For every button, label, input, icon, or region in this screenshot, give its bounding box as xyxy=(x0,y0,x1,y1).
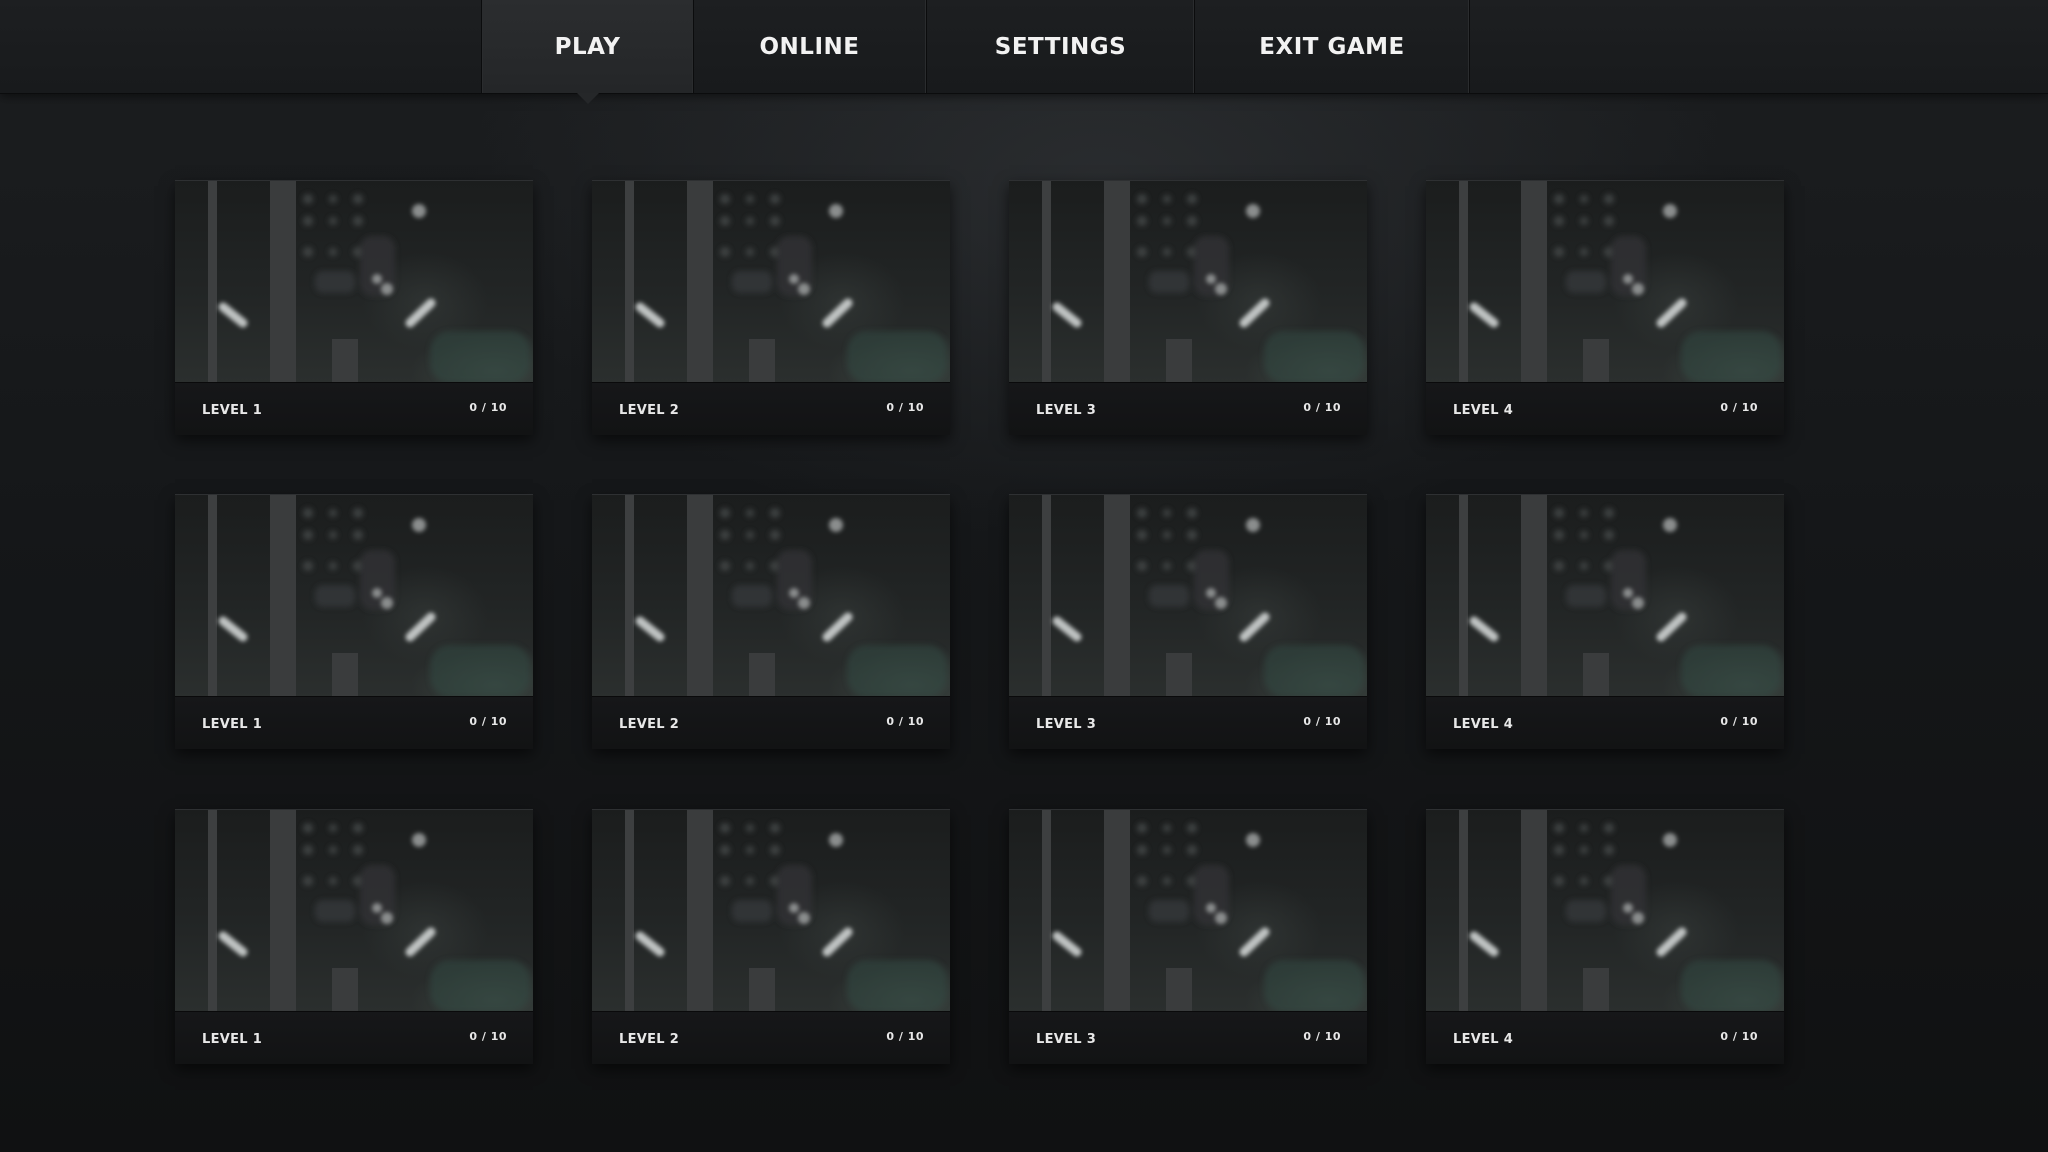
tab-exit-game[interactable]: EXIT GAME xyxy=(1195,0,1470,93)
level-card-r1-c1[interactable]: LEVEL 1 0 / 10 xyxy=(175,180,533,435)
level-card-footer: LEVEL 2 0 / 10 xyxy=(592,1011,950,1064)
level-card-footer: LEVEL 3 0 / 10 xyxy=(1009,382,1367,435)
level-card-r1-c2[interactable]: LEVEL 2 0 / 10 xyxy=(592,180,950,435)
active-tab-pointer-icon xyxy=(576,93,599,104)
level-card-r3-c4[interactable]: LEVEL 4 0 / 10 xyxy=(1426,809,1784,1064)
level-preview-image xyxy=(208,810,530,1012)
level-name: LEVEL 3 xyxy=(1036,717,1097,732)
level-name: LEVEL 2 xyxy=(619,1032,680,1047)
level-score: 0 / 10 xyxy=(1720,1030,1758,1043)
level-score: 0 / 10 xyxy=(469,401,507,414)
level-card-footer: LEVEL 4 0 / 10 xyxy=(1426,1011,1784,1064)
level-thumbnail xyxy=(175,180,533,383)
level-preview-image xyxy=(1459,810,1781,1012)
tab-play[interactable]: PLAY xyxy=(481,0,694,104)
level-preview-image xyxy=(1042,181,1364,383)
level-preview-image xyxy=(625,810,947,1012)
level-score: 0 / 10 xyxy=(886,1030,924,1043)
level-preview-image xyxy=(208,495,530,697)
level-preview-image xyxy=(1459,181,1781,383)
level-score: 0 / 10 xyxy=(1720,715,1758,728)
level-thumbnail xyxy=(1009,809,1367,1012)
level-card-footer: LEVEL 2 0 / 10 xyxy=(592,696,950,749)
level-card-r2-c1[interactable]: LEVEL 1 0 / 10 xyxy=(175,494,533,749)
level-score: 0 / 10 xyxy=(1303,401,1341,414)
level-card-r3-c1[interactable]: LEVEL 1 0 / 10 xyxy=(175,809,533,1064)
level-card-r3-c2[interactable]: LEVEL 2 0 / 10 xyxy=(592,809,950,1064)
level-card-r1-c3[interactable]: LEVEL 3 0 / 10 xyxy=(1009,180,1367,435)
level-card-footer: LEVEL 1 0 / 10 xyxy=(175,696,533,749)
level-name: LEVEL 1 xyxy=(202,717,263,732)
level-card-footer: LEVEL 2 0 / 10 xyxy=(592,382,950,435)
level-preview-image xyxy=(1459,495,1781,697)
tab-exit-game-label: EXIT GAME xyxy=(1259,33,1405,60)
level-thumbnail xyxy=(1009,180,1367,383)
level-card-r2-c3[interactable]: LEVEL 3 0 / 10 xyxy=(1009,494,1367,749)
level-preview-image xyxy=(625,495,947,697)
level-score: 0 / 10 xyxy=(469,1030,507,1043)
game-menu-screen: PLAY ONLINE SETTINGS EXIT GAME LEVEL 1 0… xyxy=(0,0,2048,1152)
level-card-footer: LEVEL 3 0 / 10 xyxy=(1009,696,1367,749)
level-score: 0 / 10 xyxy=(1303,1030,1341,1043)
level-card-footer: LEVEL 4 0 / 10 xyxy=(1426,696,1784,749)
level-card-footer: LEVEL 4 0 / 10 xyxy=(1426,382,1784,435)
level-score: 0 / 10 xyxy=(1303,715,1341,728)
level-score: 0 / 10 xyxy=(886,401,924,414)
level-card-footer: LEVEL 1 0 / 10 xyxy=(175,1011,533,1064)
tab-play-label: PLAY xyxy=(554,33,621,60)
level-thumbnail xyxy=(1009,494,1367,697)
level-thumbnail xyxy=(175,809,533,1012)
level-card-footer: LEVEL 1 0 / 10 xyxy=(175,382,533,435)
tab-settings[interactable]: SETTINGS xyxy=(927,0,1195,93)
level-score: 0 / 10 xyxy=(886,715,924,728)
level-name: LEVEL 4 xyxy=(1453,403,1514,418)
tab-settings-label: SETTINGS xyxy=(994,33,1127,60)
level-thumbnail xyxy=(592,180,950,383)
level-name: LEVEL 2 xyxy=(619,717,680,732)
level-score: 0 / 10 xyxy=(469,715,507,728)
level-card-r2-c2[interactable]: LEVEL 2 0 / 10 xyxy=(592,494,950,749)
level-name: LEVEL 2 xyxy=(619,403,680,418)
level-preview-image xyxy=(1042,810,1364,1012)
level-card-r2-c4[interactable]: LEVEL 4 0 / 10 xyxy=(1426,494,1784,749)
level-thumbnail xyxy=(1426,809,1784,1012)
level-name: LEVEL 1 xyxy=(202,403,263,418)
level-preview-image xyxy=(1042,495,1364,697)
top-nav-bar: PLAY ONLINE SETTINGS EXIT GAME xyxy=(0,0,2048,104)
level-thumbnail xyxy=(592,494,950,697)
tab-online-label: ONLINE xyxy=(759,33,860,60)
level-name: LEVEL 3 xyxy=(1036,1032,1097,1047)
level-preview-image xyxy=(208,181,530,383)
level-thumbnail xyxy=(1426,180,1784,383)
level-name: LEVEL 3 xyxy=(1036,403,1097,418)
level-preview-image xyxy=(625,181,947,383)
level-name: LEVEL 1 xyxy=(202,1032,263,1047)
level-card-footer: LEVEL 3 0 / 10 xyxy=(1009,1011,1367,1064)
level-name: LEVEL 4 xyxy=(1453,717,1514,732)
level-thumbnail xyxy=(1426,494,1784,697)
level-name: LEVEL 4 xyxy=(1453,1032,1514,1047)
level-card-r3-c3[interactable]: LEVEL 3 0 / 10 xyxy=(1009,809,1367,1064)
level-card-r1-c4[interactable]: LEVEL 4 0 / 10 xyxy=(1426,180,1784,435)
level-thumbnail xyxy=(175,494,533,697)
level-thumbnail xyxy=(592,809,950,1012)
level-score: 0 / 10 xyxy=(1720,401,1758,414)
tab-online[interactable]: ONLINE xyxy=(693,0,927,93)
